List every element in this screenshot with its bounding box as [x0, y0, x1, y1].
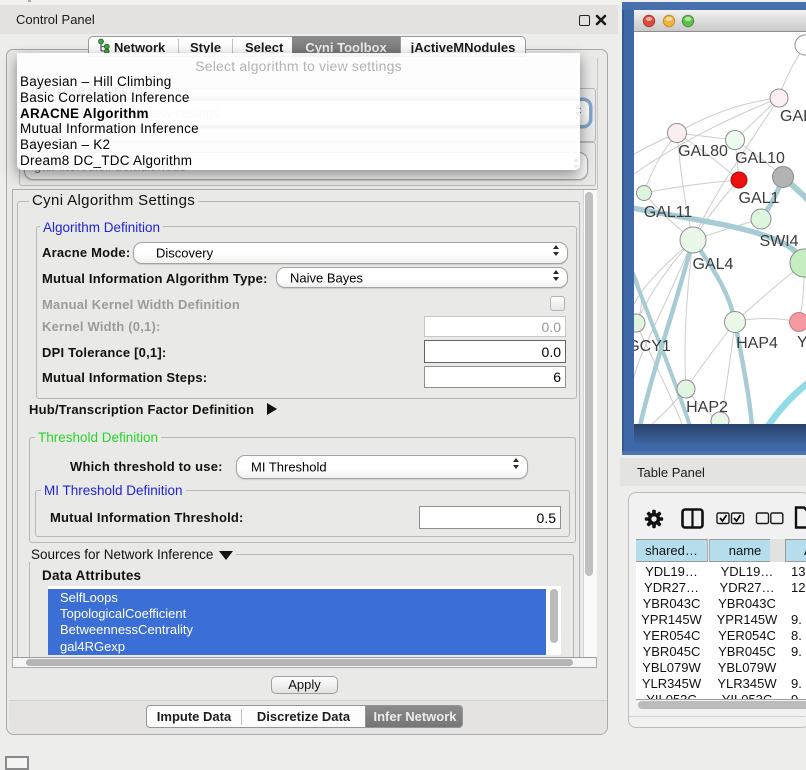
svg-text:GCY1: GCY1	[634, 338, 671, 355]
svg-text:GAL80: GAL80	[678, 143, 728, 160]
svg-text:SWI4: SWI4	[759, 233, 798, 250]
svg-text:HAP4: HAP4	[736, 335, 778, 352]
svg-text:YM: YM	[797, 334, 806, 351]
svg-text:GAL11: GAL11	[644, 204, 693, 221]
svg-text:GAL1: GAL1	[739, 190, 780, 207]
svg-text:GAL4: GAL4	[693, 256, 734, 273]
svg-text:HAP2: HAP2	[686, 399, 728, 416]
svg-text:GAL10: GAL10	[735, 150, 785, 167]
svg-text:GAL7: GAL7	[780, 108, 806, 125]
